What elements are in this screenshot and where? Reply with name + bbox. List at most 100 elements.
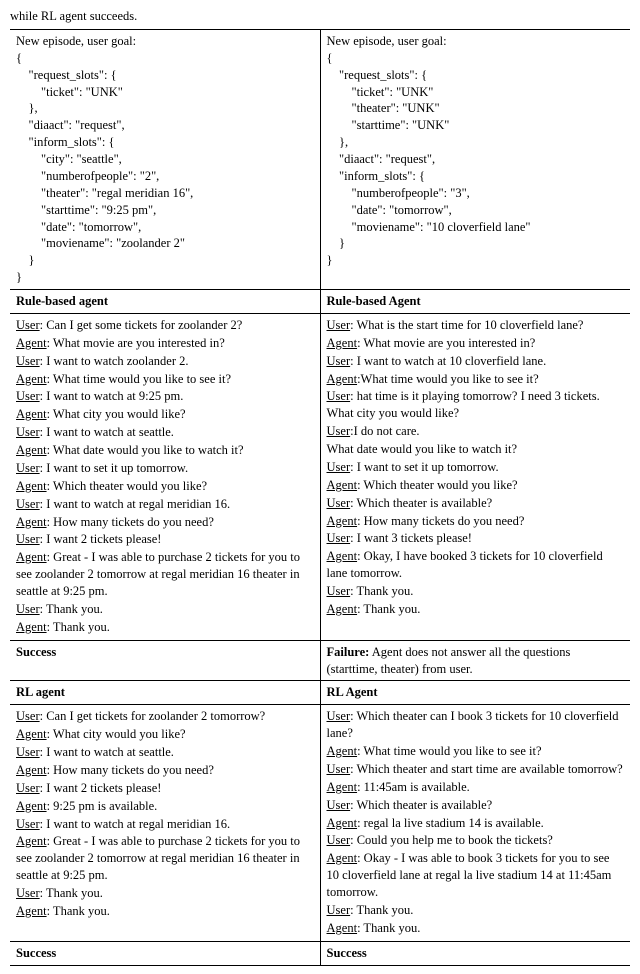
dialog-turn: User: I want 2 tickets please!: [16, 780, 314, 797]
dialog-turn: What date would you like to watch it?: [327, 441, 625, 458]
left-rule-outcome-label: Success: [16, 645, 56, 659]
speaker-label: User: [16, 602, 40, 616]
speaker-label: User: [16, 497, 40, 511]
speaker-label: Agent: [16, 834, 47, 848]
speaker-label: Agent: [16, 515, 47, 529]
utterance-text: : regal la live stadium 14 is available.: [357, 816, 544, 830]
utterance-text: : Which theater is available?: [350, 798, 492, 812]
utterance-text: : 9:25 pm is available.: [47, 799, 158, 813]
right-rl-outcome-label: Success: [327, 946, 367, 960]
dialog-turn: User: Can I get tickets for zoolander 2 …: [16, 708, 314, 725]
speaker-label: Agent: [16, 372, 47, 386]
left-rule-header: Rule-based agent: [16, 294, 108, 308]
right-goal-json: { "request_slots": { "ticket": "UNK" "th…: [327, 50, 625, 269]
dialog-turn: User: I want to watch at regal meridian …: [16, 496, 314, 513]
dialog-turn: Agent: Which theater would you like?: [16, 478, 314, 495]
dialog-turn: Agent: How many tickets do you need?: [16, 514, 314, 531]
dialog-turn: Agent: How many tickets do you need?: [327, 513, 625, 530]
speaker-label: Agent: [16, 550, 47, 564]
speaker-label: Agent: [327, 478, 358, 492]
utterance-text: : I want to watch at regal meridian 16.: [40, 497, 231, 511]
speaker-label: Agent: [16, 763, 47, 777]
utterance-text: : How many tickets do you need?: [47, 763, 214, 777]
speaker-label: User: [16, 532, 40, 546]
dialog-turn: Agent: What date would you like to watch…: [16, 442, 314, 459]
speaker-label: Agent: [327, 372, 358, 386]
utterance-text: : What city you would like?: [47, 407, 186, 421]
dialog-turn: Agent: Great - I was able to purchase 2 …: [16, 833, 314, 884]
utterance-text: : Thank you.: [40, 602, 103, 616]
right-rule-outcome: Failure: Agent does not answer all the q…: [327, 644, 625, 678]
dialog-turn: Agent: What movie are you interested in?: [16, 335, 314, 352]
left-rl-outcome-label: Success: [16, 946, 56, 960]
utterance-text: : Okay - I was able to book 3 tickets fo…: [327, 851, 612, 899]
speaker-label: User: [327, 318, 351, 332]
speaker-label: User: [327, 903, 351, 917]
dialog-turn: User: I want to set it up tomorrow.: [16, 460, 314, 477]
dialog-turn: User: hat time is it playing tomorrow? I…: [327, 388, 625, 422]
utterance-text: : Thank you.: [47, 620, 110, 634]
dialog-turn: Agent: regal la live stadium 14 is avail…: [327, 815, 625, 832]
utterance-text: : What time would you like to see it?: [357, 744, 541, 758]
utterance-text: : What time would you like to see it?: [47, 372, 231, 386]
dialog-turn: Agent: What city you would like?: [16, 406, 314, 423]
dialog-turn: Agent: 11:45am is available.: [327, 779, 625, 796]
dialog-turn: Agent: Thank you.: [327, 601, 625, 618]
dialog-turn: Agent: Thank you.: [16, 619, 314, 636]
speaker-label: User: [327, 584, 351, 598]
speaker-label: Agent: [16, 443, 47, 457]
utterance-text: : How many tickets do you need?: [357, 514, 524, 528]
speaker-label: Agent: [16, 904, 47, 918]
utterance-text: : Great - I was able to purchase 2 ticke…: [16, 550, 300, 598]
speaker-label: Agent: [16, 407, 47, 421]
utterance-text: : I want to watch at 9:25 pm.: [40, 389, 184, 403]
dialog-turn: Agent: Thank you.: [16, 903, 314, 920]
utterance-text: What date would you like to watch it?: [327, 442, 518, 456]
left-goal-title: New episode, user goal:: [16, 33, 314, 50]
dialog-turn: User: Thank you.: [16, 885, 314, 902]
speaker-label: Agent: [327, 744, 358, 758]
speaker-label: User: [327, 460, 351, 474]
utterance-text: : What movie are you interested in?: [47, 336, 225, 350]
speaker-label: Agent: [16, 479, 47, 493]
utterance-text: : hat time is it playing tomorrow? I nee…: [327, 389, 600, 420]
utterance-text: : I want 2 tickets please!: [40, 781, 162, 795]
speaker-label: User: [327, 424, 351, 438]
caption-fragment: while RL agent succeeds.: [10, 8, 630, 25]
speaker-label: User: [327, 798, 351, 812]
utterance-text: : Which theater and start time are avail…: [350, 762, 623, 776]
utterance-text: : What city would you like?: [47, 727, 186, 741]
speaker-label: Agent: [16, 336, 47, 350]
utterance-text: : I want to watch at 10 cloverfield lane…: [350, 354, 546, 368]
left-rule-dialog: User: Can I get some tickets for zooland…: [16, 317, 314, 636]
dialog-turn: User: Thank you.: [327, 583, 625, 600]
speaker-label: User: [16, 781, 40, 795]
dialog-turn: Agent: Okay, I have booked 3 tickets for…: [327, 548, 625, 582]
dialog-turn: User: I want to watch at seattle.: [16, 744, 314, 761]
right-rl-outcome: Success: [327, 945, 625, 962]
dialog-turn: User: I want to watch at seattle.: [16, 424, 314, 441]
dialog-turn: Agent: Which theater would you like?: [327, 477, 625, 494]
speaker-label: Agent: [327, 780, 358, 794]
dialog-turn: User: Which theater is available?: [327, 495, 625, 512]
utterance-text: : I want to set it up tomorrow.: [350, 460, 498, 474]
utterance-text: : Which theater would you like?: [47, 479, 208, 493]
dialog-turn: User: Which theater can I book 3 tickets…: [327, 708, 625, 742]
left-rl-header: RL agent: [16, 685, 65, 699]
utterance-text: : I want to watch at seattle.: [40, 425, 174, 439]
dialog-turn: Agent: What city would you like?: [16, 726, 314, 743]
dialog-turn: User: I want 3 tickets please!: [327, 530, 625, 547]
dialog-turn: User: Which theater is available?: [327, 797, 625, 814]
dialog-turn: User: Thank you.: [16, 601, 314, 618]
speaker-label: Agent: [16, 799, 47, 813]
utterance-text: : Okay, I have booked 3 tickets for 10 c…: [327, 549, 603, 580]
utterance-text: : Thank you.: [47, 904, 110, 918]
speaker-label: User: [327, 762, 351, 776]
left-goal-json: { "request_slots": { "ticket": "UNK" }, …: [16, 50, 314, 286]
utterance-text: : Could you help me to book the tickets?: [350, 833, 553, 847]
speaker-label: Agent: [327, 549, 358, 563]
utterance-text: : 11:45am is available.: [357, 780, 470, 794]
utterance-text: : I want to watch at seattle.: [40, 745, 174, 759]
right-goal-title: New episode, user goal:: [327, 33, 625, 50]
speaker-label: User: [16, 709, 40, 723]
